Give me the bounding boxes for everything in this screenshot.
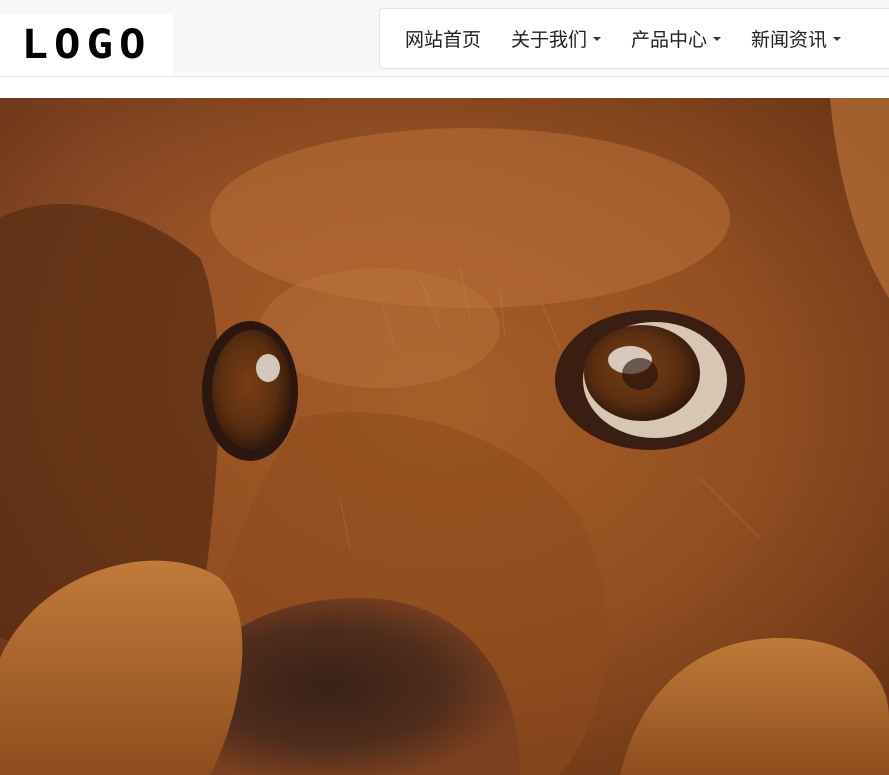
dog-photo (0, 98, 889, 775)
caret-down-icon (833, 36, 842, 41)
nav-item-products[interactable]: 产品中心 (616, 9, 736, 68)
nav-item-label: 网站首页 (405, 29, 482, 51)
nav-item-label: 关于我们 (511, 29, 588, 51)
caret-down-icon (593, 36, 602, 41)
nav-item-home[interactable]: 网站首页 (380, 9, 496, 68)
nav-item-label: 新闻资讯 (751, 29, 828, 51)
logo[interactable]: LOGO (0, 14, 173, 76)
logo-text: LOGO (21, 21, 152, 68)
caret-down-icon (713, 36, 722, 41)
hero-banner-image (0, 98, 889, 775)
nav-item-about[interactable]: 关于我们 (496, 9, 616, 68)
main-nav: 网站首页 关于我们 产品中心 新闻资讯 (379, 8, 889, 69)
site-header: LOGO 网站首页 关于我们 产品中心 新闻资讯 (0, 0, 889, 77)
nav-item-label: 产品中心 (631, 29, 708, 51)
nav-item-news[interactable]: 新闻资讯 (736, 9, 856, 68)
